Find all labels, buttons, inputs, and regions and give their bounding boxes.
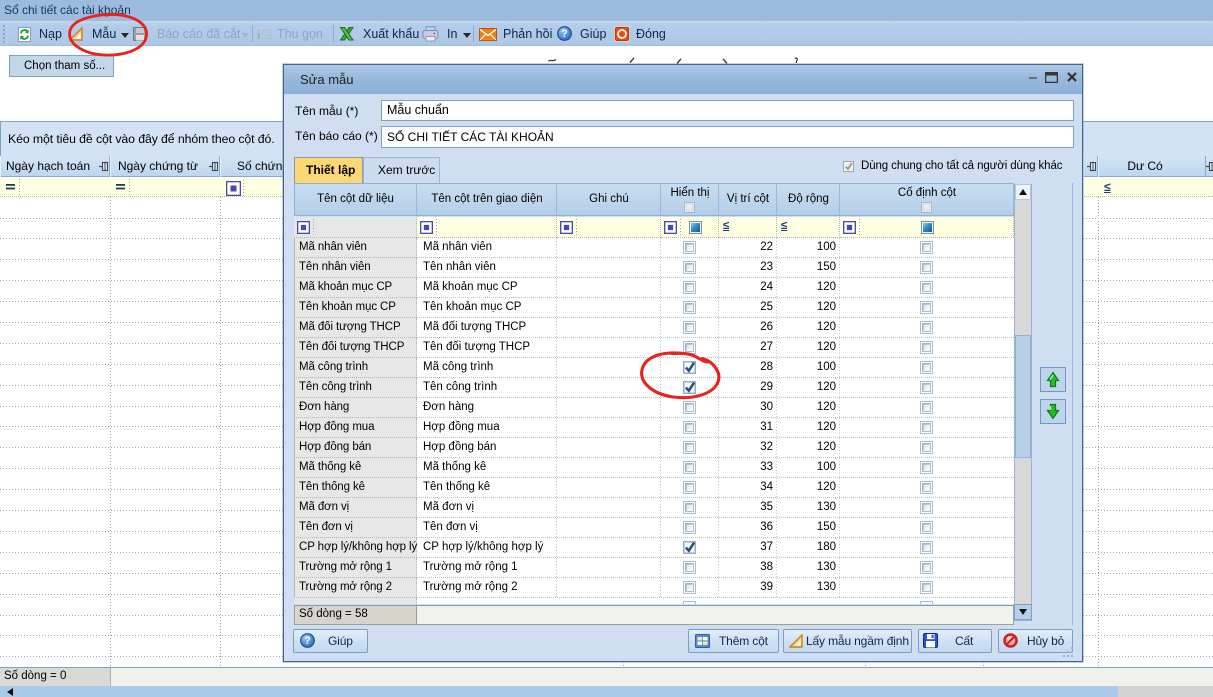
svg-text:?: ?: [561, 28, 568, 40]
svg-text:i: i: [257, 28, 260, 42]
svg-text:?: ?: [304, 635, 311, 647]
